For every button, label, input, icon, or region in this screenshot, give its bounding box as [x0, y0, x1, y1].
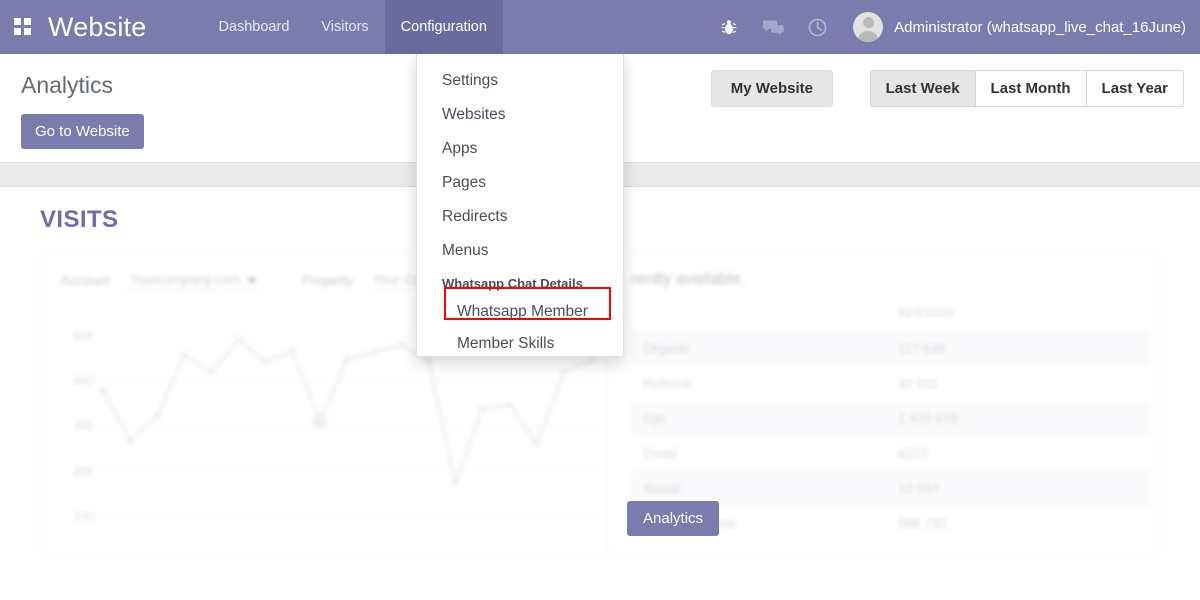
menu-item-whatsapp-member[interactable]: Whatsapp Member — [417, 296, 623, 328]
cell-session: 566 732 — [898, 516, 947, 531]
table-row: Cpc 1 435 678 — [631, 401, 1151, 436]
chat-bubbles-icon[interactable] — [756, 10, 790, 44]
page-title: Analytics — [21, 72, 114, 98]
go-to-website-button[interactable]: Go to Website — [21, 114, 144, 149]
primary-nav: Dashboard Visitors Configuration — [202, 0, 503, 54]
chevron-down-icon — [247, 278, 258, 284]
cell-session: 32 011 — [898, 376, 939, 391]
my-website-button[interactable]: My Website — [710, 70, 833, 107]
bug-icon[interactable] — [712, 10, 746, 44]
cell-source: Email — [643, 446, 677, 461]
y-tick-400: 400 — [72, 374, 93, 388]
analytics-button[interactable]: Analytics — [627, 501, 720, 536]
property-label: Property — [302, 273, 354, 288]
y-tick-200: 200 — [72, 464, 93, 478]
menu-item-pages[interactable]: Pages — [417, 166, 623, 200]
cell-source: Referral — [643, 376, 692, 391]
menu-item-settings[interactable]: Settings — [417, 64, 623, 98]
col-session: SESSION — [898, 308, 955, 320]
cell-session: 13 567 — [898, 481, 940, 496]
availability-note: rently available. — [631, 270, 746, 288]
cell-session: 117 646 — [898, 341, 946, 356]
menu-section-whatsapp-chat-details: Whatsapp Chat Details — [442, 276, 583, 291]
account-select[interactable]: Yourcompany.com — [125, 270, 263, 291]
cell-source: Cpc — [643, 411, 668, 426]
cell-session: 1 435 678 — [898, 411, 959, 426]
visits-heading: VISITS — [40, 206, 119, 233]
table-row: Referral 32 011 — [631, 366, 1151, 401]
y-tick-300: 300 — [72, 419, 93, 433]
menu-item-menus[interactable]: Menus — [417, 234, 623, 268]
y-tick-500: 500 — [72, 329, 93, 343]
range-last-week[interactable]: Last Week — [869, 70, 975, 107]
apps-grid-icon[interactable] — [14, 18, 32, 36]
menu-item-member-skills[interactable]: Member Skills — [417, 328, 623, 360]
cell-source: Social — [643, 481, 680, 496]
avatar[interactable] — [853, 12, 884, 42]
range-last-year[interactable]: Last Year — [1085, 70, 1184, 107]
clock-icon[interactable] — [800, 10, 834, 44]
user-menu-label[interactable]: Administrator (whatsapp_live_chat_16June… — [894, 19, 1186, 36]
account-label: Account — [61, 273, 110, 288]
nav-item-visitors[interactable]: Visitors — [305, 0, 384, 54]
top-navbar: Website Dashboard Visitors Configuration — [0, 0, 1200, 54]
table-row: Email 4223 — [631, 436, 1151, 471]
range-last-month[interactable]: Last Month — [974, 70, 1086, 107]
navbar-right: Administrator (whatsapp_live_chat_16June… — [707, 0, 1200, 54]
table-header: SESSION — [631, 297, 1151, 331]
menu-item-websites[interactable]: Websites — [417, 98, 623, 132]
configuration-dropdown-menu: Settings Websites Apps Pages Redirects M… — [416, 54, 624, 357]
cell-session: 4223 — [898, 446, 929, 461]
account-select-value: Yourcompany.com — [129, 272, 241, 287]
cell-source: Organic — [643, 341, 691, 356]
menu-item-apps[interactable]: Apps — [417, 132, 623, 166]
col-source — [643, 308, 898, 320]
menu-item-redirects[interactable]: Redirects — [417, 200, 623, 234]
nav-item-configuration[interactable]: Configuration — [384, 0, 503, 54]
date-range-group: Last Week Last Month Last Year — [869, 70, 1184, 107]
y-tick-100: 100 — [72, 509, 93, 523]
table-row: Organic 117 646 — [631, 331, 1151, 366]
brand-title[interactable]: Website — [48, 12, 146, 43]
nav-item-dashboard[interactable]: Dashboard — [202, 0, 305, 54]
